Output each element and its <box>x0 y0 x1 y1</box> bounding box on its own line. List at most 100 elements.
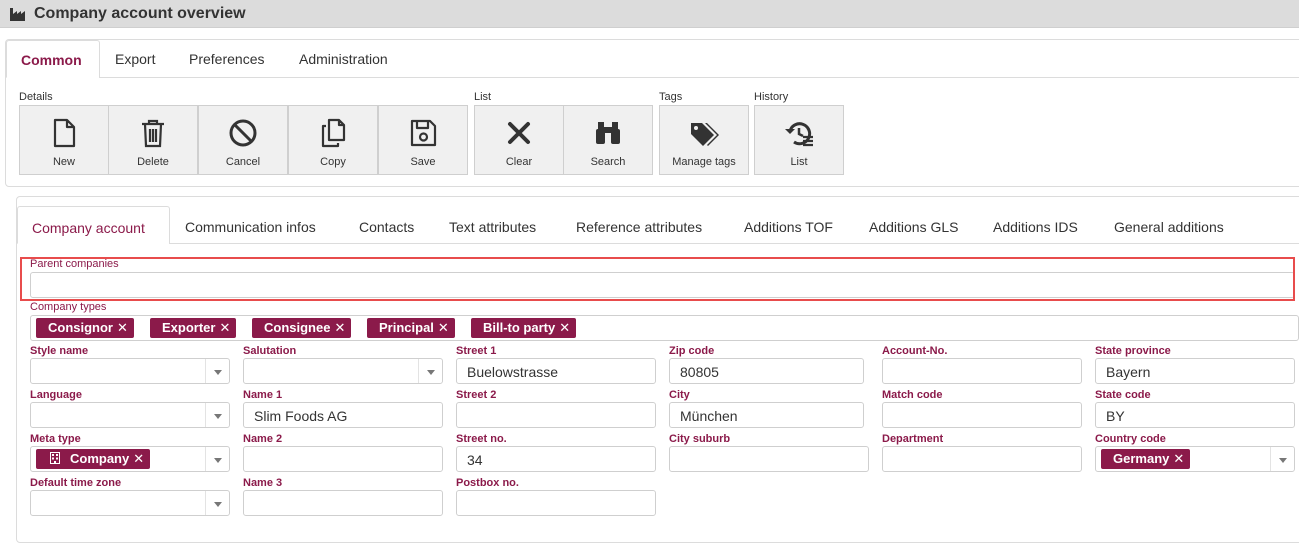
name3-label: Name 3 <box>243 477 283 489</box>
group-label-tags: Tags <box>659 91 683 103</box>
group-label-details: Details <box>19 91 53 103</box>
chevron-down-icon[interactable] <box>205 491 229 515</box>
title-bar: Company account overview <box>0 0 1299 28</box>
department-label: Department <box>882 433 944 445</box>
style-name-select[interactable] <box>30 358 230 384</box>
match-code-label: Match code <box>882 389 943 401</box>
subtabs-divider <box>169 243 1299 244</box>
remove-exporter-icon[interactable]: ✕ <box>219 320 230 335</box>
name2-label: Name 2 <box>243 433 283 445</box>
tab-communication-infos[interactable]: Communication infos <box>185 206 316 244</box>
chip-exporter: Exporter ✕ <box>150 318 237 338</box>
history-list-button[interactable]: List <box>754 105 844 175</box>
remove-principal-icon[interactable]: ✕ <box>438 320 449 335</box>
remove-consignor-icon[interactable]: ✕ <box>117 320 128 335</box>
tab-export[interactable]: Export <box>115 40 155 78</box>
street2-label: Street 2 <box>456 389 497 401</box>
department-input[interactable] <box>882 446 1082 472</box>
tabs-divider <box>99 77 1299 78</box>
state-code-input[interactable]: BY <box>1095 402 1295 428</box>
remove-bill-to-party-icon[interactable]: ✕ <box>559 320 570 335</box>
binoculars-icon <box>596 122 620 144</box>
tab-contacts[interactable]: Contacts <box>359 206 414 244</box>
tab-general-additions[interactable]: General additions <box>1114 206 1224 244</box>
save-button[interactable]: Save <box>378 105 468 175</box>
street1-input[interactable]: Buelowstrasse <box>456 358 656 384</box>
postbox-no-label: Postbox no. <box>456 477 519 489</box>
chevron-down-icon[interactable] <box>205 359 229 383</box>
save-icon <box>410 119 437 147</box>
history-list-icon <box>785 122 813 147</box>
tab-company-account[interactable]: Company account <box>17 206 170 244</box>
company-types-label: Company types <box>30 301 107 313</box>
factory-icon <box>10 8 25 21</box>
group-label-list: List <box>474 91 492 103</box>
name1-input[interactable]: Slim Foods AG <box>243 402 443 428</box>
tab-common[interactable]: Common <box>6 40 100 78</box>
cancel-icon <box>229 119 257 147</box>
remove-company-icon[interactable]: ✕ <box>133 451 144 466</box>
default-time-zone-select[interactable] <box>30 490 230 516</box>
match-code-input[interactable] <box>882 402 1082 428</box>
clear-button[interactable]: Clear <box>474 105 564 175</box>
name1-label: Name 1 <box>243 389 283 401</box>
style-name-label: Style name <box>30 345 89 357</box>
tab-administration[interactable]: Administration <box>299 40 388 78</box>
manage-tags-button[interactable]: Manage tags <box>659 105 749 175</box>
tab-reference-attributes[interactable]: Reference attributes <box>576 206 702 244</box>
default-time-zone-label: Default time zone <box>30 477 122 489</box>
delete-button[interactable]: Delete <box>108 105 198 175</box>
remove-consignee-icon[interactable]: ✕ <box>334 320 345 335</box>
language-label: Language <box>30 389 82 401</box>
tags-icon <box>691 123 719 146</box>
zip-code-input[interactable]: 80805 <box>669 358 864 384</box>
copy-button[interactable]: Copy <box>288 105 378 175</box>
name2-input[interactable] <box>243 446 443 472</box>
zip-code-label: Zip code <box>669 345 715 357</box>
tab-additions-gls[interactable]: Additions GLS <box>869 206 959 244</box>
city-input[interactable]: München <box>669 402 864 428</box>
chevron-down-icon[interactable] <box>205 447 229 471</box>
postbox-no-input[interactable] <box>456 490 656 516</box>
chip-company: Company ✕ <box>36 449 151 469</box>
name3-input[interactable] <box>243 490 443 516</box>
street-no-label: Street no. <box>456 433 507 445</box>
tab-text-attributes[interactable]: Text attributes <box>449 206 536 244</box>
street1-label: Street 1 <box>456 345 497 357</box>
chip-bill-to-party: Bill-to party ✕ <box>471 318 577 338</box>
account-no-label: Account-No. <box>882 345 948 357</box>
tab-preferences[interactable]: Preferences <box>189 40 264 78</box>
chevron-down-icon[interactable] <box>1270 447 1294 471</box>
new-button[interactable]: New <box>19 105 109 175</box>
chevron-down-icon[interactable] <box>418 359 442 383</box>
country-code-label: Country code <box>1095 433 1166 445</box>
state-province-label: State province <box>1095 345 1171 357</box>
tab-additions-tof[interactable]: Additions TOF <box>744 206 833 244</box>
language-select[interactable] <box>30 402 230 428</box>
clear-x-icon <box>508 122 530 144</box>
city-suburb-label: City suburb <box>669 433 731 445</box>
copy-icon <box>321 118 346 148</box>
chip-germany: Germany ✕ <box>1101 449 1191 469</box>
salutation-select[interactable] <box>243 358 443 384</box>
meta-type-label: Meta type <box>30 433 81 445</box>
street2-input[interactable] <box>456 402 656 428</box>
new-file-icon <box>53 118 76 148</box>
group-label-history: History <box>754 91 789 103</box>
account-no-input[interactable] <box>882 358 1082 384</box>
search-button[interactable]: Search <box>563 105 653 175</box>
street-no-input[interactable]: 34 <box>456 446 656 472</box>
salutation-label: Salutation <box>243 345 297 357</box>
tab-additions-ids[interactable]: Additions IDS <box>993 206 1078 244</box>
city-label: City <box>669 389 690 401</box>
highlight-box <box>20 257 1295 301</box>
remove-germany-icon[interactable]: ✕ <box>1173 451 1184 466</box>
state-code-label: State code <box>1095 389 1151 401</box>
city-suburb-input[interactable] <box>669 446 869 472</box>
building-icon <box>50 452 60 464</box>
chevron-down-icon[interactable] <box>205 403 229 427</box>
state-province-input[interactable]: Bayern <box>1095 358 1295 384</box>
chip-consignee: Consignee ✕ <box>252 318 352 338</box>
cancel-button[interactable]: Cancel <box>198 105 288 175</box>
window-title: Company account overview <box>34 5 246 22</box>
